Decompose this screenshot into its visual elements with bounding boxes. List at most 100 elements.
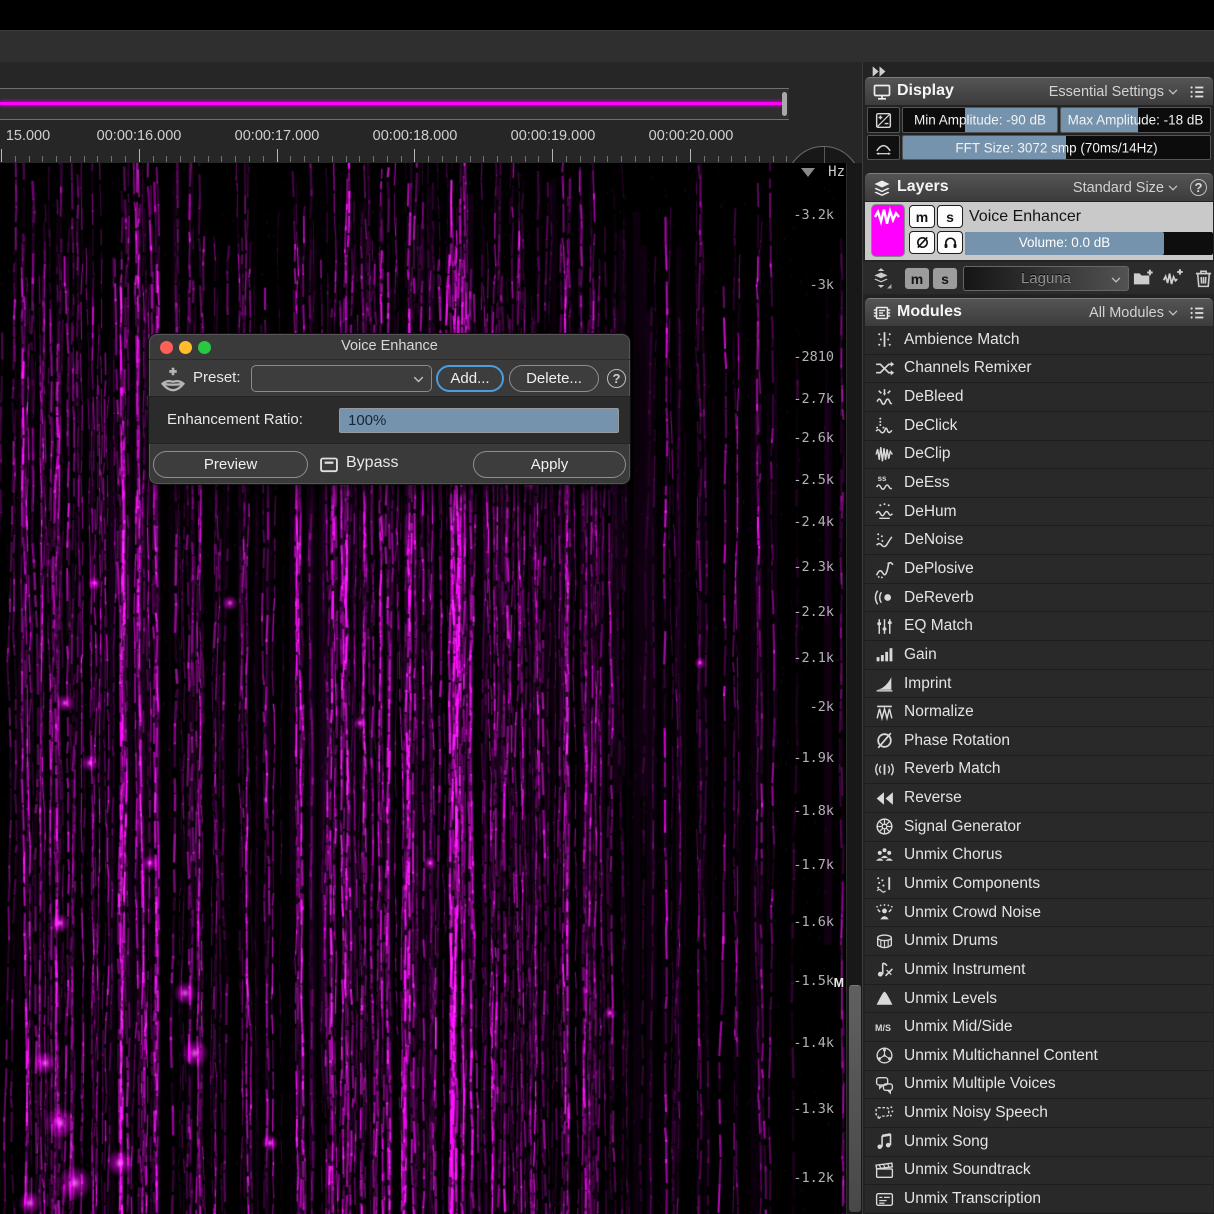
frequency-tick-label: -1.2k <box>793 1170 834 1186</box>
module-item[interactable]: Channels Remixer <box>865 355 1213 384</box>
module-label: Unmix Instrument <box>904 961 1025 979</box>
module-item[interactable]: Imprint <box>865 670 1213 699</box>
waveform-overview[interactable] <box>0 88 789 120</box>
frequency-unit-dropdown-icon[interactable] <box>801 168 815 177</box>
module-item[interactable]: DeClip <box>865 441 1213 470</box>
module-item[interactable]: Unmix Components <box>865 870 1213 899</box>
module-label: DeReverb <box>904 589 974 607</box>
right-panel: Display Essential Settings Min Amplitude… <box>862 62 1214 1214</box>
unmix-levels-icon <box>873 988 895 1010</box>
module-item[interactable]: DeReverb <box>865 584 1213 613</box>
timeline-ruler[interactable]: 15.00000:00:16.00000:00:17.00000:00:18.0… <box>0 62 862 163</box>
headphones-icon <box>942 234 959 251</box>
layers-size-dropdown[interactable]: Standard Size <box>1073 180 1179 196</box>
max-amplitude-slider[interactable]: Max Amplitude: -18 dB <box>1060 107 1211 133</box>
module-item[interactable]: Reverse <box>865 784 1213 813</box>
track-solo-button[interactable]: s <box>932 267 958 290</box>
ambience-match-icon <box>873 329 895 351</box>
dialog-titlebar[interactable]: Voice Enhance <box>149 334 630 360</box>
modules-filter-value: All Modules <box>1089 305 1164 321</box>
modules-panel-header[interactable]: Modules All Modules <box>865 298 1213 326</box>
apply-button[interactable]: Apply <box>473 451 626 478</box>
module-item[interactable]: Unmix Soundtrack <box>865 1157 1213 1186</box>
layer-listen-button[interactable] <box>937 231 963 254</box>
app-window: 15.00000:00:16.00000:00:17.00000:00:18.0… <box>0 0 1214 1214</box>
layers-panel-header[interactable]: Layers Standard Size ? <box>865 173 1213 201</box>
ruler-tick <box>414 149 415 162</box>
module-item[interactable]: Unmix Multiple Voices <box>865 1071 1213 1100</box>
help-glyph: ? <box>1195 180 1203 195</box>
layer-volume-slider[interactable]: Volume: 0.0 dB <box>965 232 1213 255</box>
add-preset-button[interactable]: Add... <box>436 365 504 392</box>
vertical-scrollbar-thumb[interactable] <box>849 985 861 1212</box>
preset-select[interactable] <box>251 365 432 392</box>
spectrogram-canvas[interactable] <box>0 163 846 1214</box>
module-item[interactable]: Phase Rotation <box>865 727 1213 756</box>
module-label: DeClick <box>904 417 957 435</box>
frequency-tick-label: -3.2k <box>793 207 834 223</box>
display-settings-dropdown[interactable]: Essential Settings <box>1049 84 1179 100</box>
track-select[interactable]: Laguna <box>963 266 1129 291</box>
spectrogram-view[interactable]: -3.2k-3k-2810-2.7k-2.6k-2.5k-2.4k-2.3k-2… <box>0 163 862 1214</box>
module-item[interactable]: ssDeEss <box>865 469 1213 498</box>
module-item[interactable]: Unmix Multichannel Content <box>865 1042 1213 1071</box>
module-item[interactable]: Normalize <box>865 698 1213 727</box>
declick-icon <box>873 415 895 437</box>
display-panel-header[interactable]: Display Essential Settings <box>865 77 1213 105</box>
module-item[interactable]: Unmix Instrument <box>865 956 1213 985</box>
frequency-tick-label: -2k <box>810 699 834 715</box>
dialog-help-button[interactable]: ? <box>607 369 626 388</box>
module-item[interactable]: DeNoise <box>865 526 1213 555</box>
module-item[interactable]: DeBleed <box>865 383 1213 412</box>
layer-solo-button[interactable]: s <box>937 205 963 228</box>
module-item[interactable]: Unmix Levels <box>865 985 1213 1014</box>
delete-preset-button[interactable]: Delete... <box>509 365 599 392</box>
module-item[interactable]: Unmix Song <box>865 1128 1213 1157</box>
new-group-button[interactable] <box>1131 266 1155 290</box>
fft-size-slider[interactable]: FFT Size: 3072 smp (70ms/14Hz) <box>902 135 1211 160</box>
track-mute-button[interactable]: m <box>904 267 930 290</box>
layers-help-button[interactable]: ? <box>1190 179 1207 196</box>
min-amplitude-slider[interactable]: Min Amplitude: -90 dB <box>902 107 1058 133</box>
track-layers-icon[interactable] <box>869 266 893 290</box>
ruler-tick <box>194 156 195 162</box>
ruler-tick <box>373 156 374 162</box>
module-label: DeHum <box>904 503 957 521</box>
frequency-tick-label: -2.7k <box>793 391 834 407</box>
modules-menu-icon[interactable] <box>1188 304 1206 322</box>
delete-preset-label: Delete... <box>526 370 582 387</box>
module-item[interactable]: Unmix Chorus <box>865 842 1213 871</box>
module-item[interactable]: EQ Match <box>865 612 1213 641</box>
new-layer-button[interactable] <box>1161 266 1185 290</box>
module-item[interactable]: DePlosive <box>865 555 1213 584</box>
ruler-tick <box>153 156 154 162</box>
display-menu-icon[interactable] <box>1188 83 1206 101</box>
preview-button[interactable]: Preview <box>153 451 308 478</box>
layer-phase-button[interactable] <box>909 231 935 254</box>
layer-mute-button[interactable]: m <box>909 205 935 228</box>
layer-thumbnail[interactable] <box>871 204 905 257</box>
vertical-scrollbar[interactable] <box>846 163 862 1214</box>
module-item[interactable]: DeHum <box>865 498 1213 527</box>
ruler-tick <box>483 156 484 162</box>
module-item[interactable]: Reverb Match <box>865 756 1213 785</box>
delete-layer-button[interactable] <box>1191 266 1214 290</box>
track-row[interactable]: m s Laguna <box>863 262 1214 294</box>
module-label: EQ Match <box>904 617 973 635</box>
modules-filter-dropdown[interactable]: All Modules <box>1089 305 1179 321</box>
module-item[interactable]: Unmix Transcription <box>865 1185 1213 1214</box>
bypass-checkbox[interactable] <box>318 453 340 475</box>
frequency-tick-label: -1.4k <box>793 1035 834 1051</box>
module-item[interactable]: Signal Generator <box>865 813 1213 842</box>
overview-scroll-cap[interactable] <box>782 92 787 116</box>
module-item[interactable]: Gain <box>865 641 1213 670</box>
collapse-panels-icon[interactable] <box>871 63 891 78</box>
enhancement-ratio-input[interactable]: 100% <box>339 408 619 433</box>
layer-row-selected[interactable]: m s Voice Enhancer Volume: 0.0 dB <box>865 202 1213 260</box>
module-item[interactable]: Unmix Crowd Noise <box>865 899 1213 928</box>
module-item[interactable]: Unmix Noisy Speech <box>865 1099 1213 1128</box>
module-item[interactable]: Unmix Drums <box>865 927 1213 956</box>
module-item[interactable]: Ambience Match <box>865 326 1213 355</box>
module-item[interactable]: DeClick <box>865 412 1213 441</box>
module-item[interactable]: M/SUnmix Mid/Side <box>865 1013 1213 1042</box>
